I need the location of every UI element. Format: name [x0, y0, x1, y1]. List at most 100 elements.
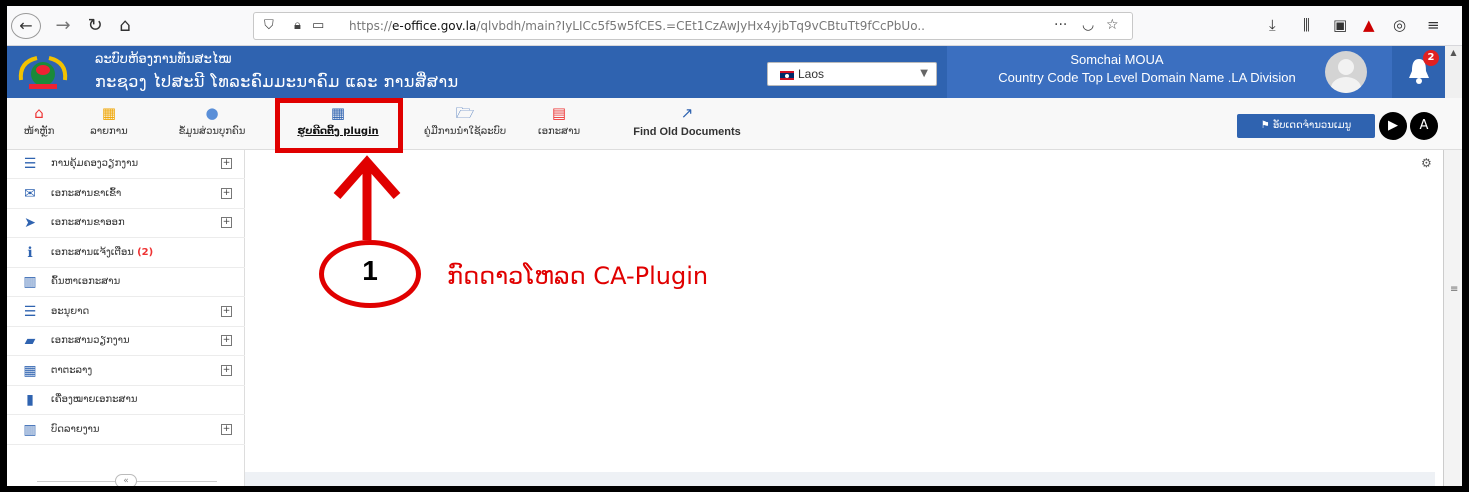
file-icon: ▤	[551, 104, 567, 122]
menu-personal-info[interactable]: ● ຂໍ້ມູນສ່ວນບຸກຄົນ	[157, 98, 267, 150]
sidebar-item-label: ຄົ້ນຫາເອກະສານ	[51, 276, 121, 287]
step-instruction: ກົດດາວໂຫລດ CA-Plugin	[447, 262, 709, 290]
collapse-sidebar-icon[interactable]: «	[115, 474, 137, 486]
menu-user-manual[interactable]: 🗁︎ ຄູ່ມືການນຳໃຊ້ລະບົບ	[409, 98, 521, 150]
menu-documents-label: ເອກະສານ	[537, 126, 581, 137]
sidebar-item[interactable]: ℹ ເອກະສານແຈ້ງເຕືອນ (2)	[7, 239, 245, 268]
menu-find-old-documents[interactable]: ↗ Find Old Documents	[607, 98, 767, 150]
language-select[interactable]: Laos ▼	[767, 62, 937, 86]
envelope-icon: ✉	[24, 185, 36, 202]
scroll-up-arrow-icon[interactable]: ▲	[1445, 46, 1462, 98]
forward-arrow-icon[interactable]: →	[51, 14, 75, 38]
browser-toolbar: ← → ↻ ⌂ ⛉ 🔒︎ ▭ https://e-office.gov.la/q…	[7, 6, 1462, 46]
menu-list[interactable]: ▦ ລາຍການ	[77, 98, 141, 150]
sidebar-item[interactable]: ▥ ຄົ້ນຫາເອກະສານ	[7, 268, 245, 297]
expand-plus-icon[interactable]: +	[221, 335, 232, 346]
user-panel[interactable]: Somchai MOUA Country Code Top Level Doma…	[947, 46, 1392, 98]
address-bar[interactable]: ⛉ 🔒︎ ▭ https://e-office.gov.la/qlvbdh/ma…	[253, 12, 1133, 40]
expand-plus-icon[interactable]: +	[221, 158, 232, 169]
sidebar-item-label: ບົດລາຍງານ	[51, 423, 100, 435]
more-icon[interactable]: ···	[1054, 17, 1067, 33]
step-number: 1	[362, 255, 378, 286]
vertical-scrollbar[interactable]: ≡	[1443, 150, 1462, 486]
sidebar-item[interactable]: ▰ ເອກະສານວຽກງານ +	[7, 327, 245, 356]
sidebar-item-label: ການຄຸ້ມຄອງວຽກງານ	[51, 158, 139, 169]
reload-icon[interactable]: ↻	[83, 14, 107, 38]
menu-personal-info-label: ຂໍ້ມູນສ່ວນບຸກຄົນ	[178, 126, 246, 137]
sidebar-item-count: (2)	[137, 246, 154, 258]
external-link-icon: ↗	[680, 104, 694, 122]
sidebar-icon[interactable]: ▣	[1333, 16, 1347, 34]
avatar[interactable]	[1325, 51, 1367, 93]
main-menu-bar: ⌂ ໜ້າຫຼັກ ▦ ລາຍການ ● ຂໍ້ມູນສ່ວນບຸກຄົນ ▦ …	[7, 98, 1462, 150]
tasks-icon: ☰	[23, 156, 37, 172]
expand-plus-icon[interactable]: +	[221, 305, 232, 317]
back-arrow-icon[interactable]: ←	[11, 13, 41, 39]
pocket-icon[interactable]: ◡	[1082, 17, 1094, 33]
info-icon: ℹ	[27, 244, 33, 261]
app-store-icon[interactable]: A	[1410, 112, 1438, 140]
home-icon: ⌂	[34, 104, 44, 122]
list-icon: ☰	[23, 303, 37, 320]
user-name: Somchai MOUA	[1070, 52, 1164, 67]
sidebar-item-label: ເອກະສານວຽກງານ	[51, 335, 130, 346]
language-value: Laos	[798, 67, 825, 81]
menu-home-label: ໜ້າຫຼັກ	[23, 126, 55, 137]
user-icon: ●	[205, 104, 219, 122]
folder-open-icon: 🗁︎	[455, 104, 475, 122]
bookmark-icon: ▮	[26, 392, 34, 408]
book-icon: ▰	[24, 333, 36, 349]
sidebar-item-label: ເອກະສານຂາເຂົ້າ	[51, 187, 122, 199]
lock-icon: 🔒︎	[294, 18, 301, 33]
sidebar-item-label: ອະນຸຍາດ	[51, 305, 90, 317]
url-text: https://e-office.gov.la/qlvbdh/main?IyLI…	[349, 19, 925, 33]
sidebar-item-label: ເຄື່ອງໝາຍເອກະສານ	[51, 394, 138, 405]
expand-plus-icon[interactable]: +	[221, 423, 232, 435]
gear-icon[interactable]: ⚙	[1421, 156, 1432, 170]
search-chart-icon: ▥	[23, 274, 37, 290]
org-ministry-name: ກະຊວງ ໄປສະນີ ໂທລະຄົມມະນາຄົມ ແລະ ການສື່ສາ…	[95, 72, 459, 91]
sidebar-item-label: ຕາຕະລາງ	[51, 364, 93, 376]
expand-plus-icon[interactable]: +	[221, 217, 232, 228]
menu-home[interactable]: ⌂ ໜ້າຫຼັກ	[15, 98, 63, 150]
sidebar-item[interactable]: ☰ ອະນຸຍາດ +	[7, 298, 245, 327]
content-footer	[245, 472, 1435, 486]
app-header: ລະບົບຫ້ອງການທັນສະໄໝ ກະຊວງ ໄປສະນີ ໂທລະຄົມ…	[7, 46, 1462, 98]
home-icon[interactable]: ⌂	[113, 14, 137, 38]
notification-badge: 2	[1423, 50, 1439, 66]
sidebar-item[interactable]: ☰ ການຄຸ້ມຄອງວຽກງານ +	[7, 150, 245, 179]
pdf-icon[interactable]: ▲	[1363, 16, 1375, 34]
step-circle: 1	[319, 240, 421, 308]
sidebar-item[interactable]: ▦ ຕາຕະລາງ +	[7, 357, 245, 386]
download-icon[interactable]: ⤓	[1269, 16, 1276, 34]
menu-documents[interactable]: ▤ ເອກະສານ	[529, 98, 589, 150]
org-system-name: ລະບົບຫ້ອງການທັນສະໄໝ	[95, 52, 232, 67]
highlight-box	[275, 98, 403, 153]
report-chart-icon: ▥	[23, 421, 37, 438]
google-play-icon[interactable]: ▶	[1379, 112, 1407, 140]
menu-icon[interactable]: ≡	[1427, 16, 1440, 34]
calendar-icon: ▦	[23, 362, 37, 379]
browser-window: ← → ↻ ⌂ ⛉ 🔒︎ ▭ https://e-office.gov.la/q…	[7, 6, 1462, 486]
sidebar-item[interactable]: ✉ ເອກະສານຂາເຂົ້າ +	[7, 180, 245, 209]
library-icon[interactable]: ⫼	[1303, 16, 1310, 34]
menu-list-label: ລາຍການ	[90, 126, 128, 137]
menu-find-old-documents-label: Find Old Documents	[633, 126, 741, 138]
account-icon[interactable]: ◎	[1393, 16, 1406, 34]
main-content	[245, 150, 1435, 486]
page-icon: ▭	[312, 18, 325, 33]
sidebar-item[interactable]: ▮ ເຄື່ອງໝາຍເອກະສານ	[7, 386, 245, 415]
sidebar-item-label: ເອກະສານແຈ້ງເຕືອນ (2)	[51, 246, 154, 258]
sidebar-item[interactable]: ➤ ເອກະສານຂາອອກ +	[7, 209, 245, 238]
arrow-up-icon	[333, 155, 401, 240]
scroll-grip-icon: ≡	[1450, 284, 1459, 295]
lao-emblem-logo[interactable]	[15, 52, 71, 92]
send-icon: ➤	[24, 215, 36, 231]
sidebar-item-label: ເອກະສານຂາອອກ	[51, 217, 125, 228]
update-menu-count-button[interactable]: ⚑ ອັບເດດຈຳນວນເມນູ	[1237, 114, 1375, 138]
sidebar-item[interactable]: ▥ ບົດລາຍງານ +	[7, 416, 245, 445]
grid-icon: ▦	[101, 104, 117, 122]
star-icon[interactable]: ☆	[1106, 17, 1119, 33]
expand-plus-icon[interactable]: +	[221, 187, 232, 199]
expand-plus-icon[interactable]: +	[221, 364, 232, 376]
